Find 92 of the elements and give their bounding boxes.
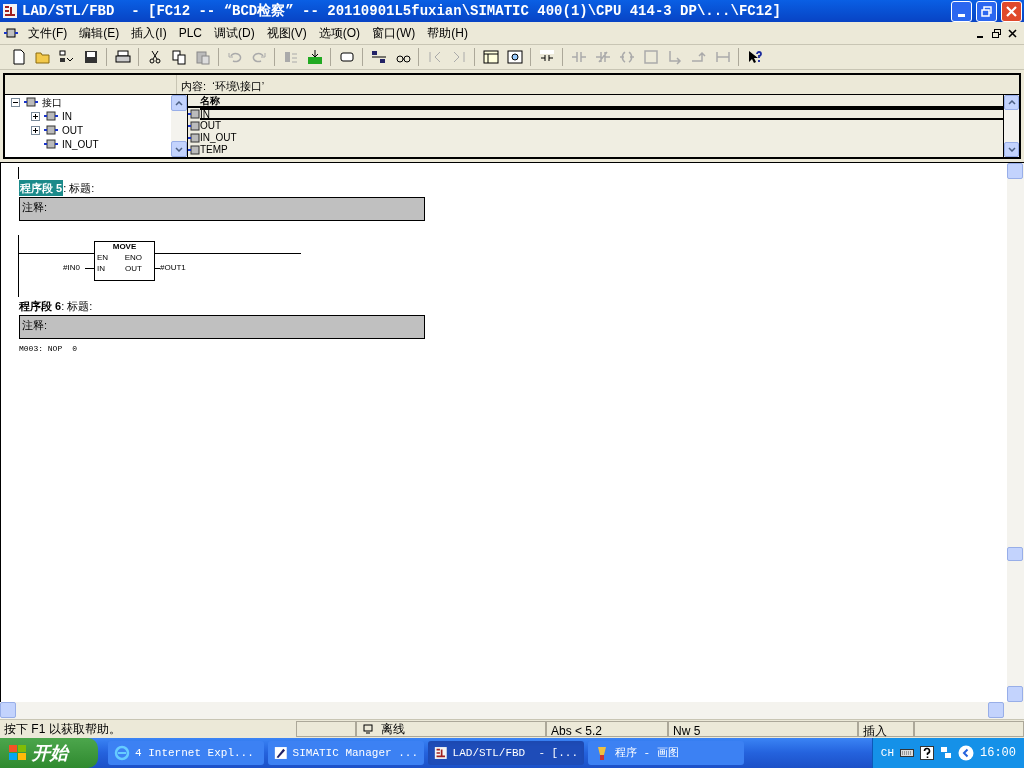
keyboard-icon[interactable] (900, 748, 914, 758)
taskbar-button[interactable]: SIMATIC Manager ... (268, 741, 424, 765)
cut-icon[interactable] (146, 49, 163, 65)
chevron-up-icon (175, 100, 183, 106)
parameter-icon (188, 145, 200, 155)
help-icon[interactable] (920, 746, 934, 760)
tree-item[interactable]: OUT (62, 122, 84, 138)
monitor-icon (363, 724, 373, 734)
menu-item[interactable]: PLC (172, 24, 208, 42)
taskbar-button[interactable]: 4 Internet Expl... (108, 741, 264, 765)
menu-item[interactable]: 调试(D) (208, 24, 261, 42)
comment-field[interactable]: 注释: (19, 197, 425, 221)
print-icon[interactable] (114, 49, 131, 65)
scroll-down-button[interactable] (1004, 142, 1019, 157)
context-help-icon[interactable] (746, 49, 763, 65)
network-icon[interactable] (370, 49, 387, 65)
scroll-up-button[interactable] (171, 95, 187, 111)
interface-node-icon (43, 139, 59, 149)
menu-item[interactable]: 选项(O) (312, 24, 366, 42)
menu-item[interactable]: 窗口(W) (366, 24, 422, 42)
collapse-toggle[interactable] (11, 97, 20, 107)
interface-node-icon (23, 97, 39, 107)
interface-node-icon (43, 125, 59, 135)
network-title: : 标题: (63, 180, 95, 196)
open-folder-icon[interactable] (34, 49, 51, 65)
network-number[interactable]: 程序段 5 (19, 179, 64, 197)
taskbar-button[interactable]: 程序 - 画图 (588, 741, 744, 765)
menu-item[interactable]: 帮助(H) (421, 24, 474, 42)
horizontal-scrollbar[interactable] (0, 702, 1024, 719)
document-icon (4, 28, 18, 38)
app-icon (434, 745, 448, 761)
start-button[interactable]: 开始 (0, 738, 98, 768)
parameter-icon (188, 121, 200, 131)
parameter-icon (188, 109, 200, 119)
clock: 16:00 (980, 745, 1016, 762)
pin-label: EN (97, 253, 109, 263)
overview-icon[interactable] (338, 49, 355, 65)
scroll-up-button[interactable] (1004, 95, 1019, 110)
tree-item[interactable]: 接口 (42, 95, 62, 110)
zoom-view-icon[interactable] (506, 49, 523, 65)
pen-icon (274, 745, 288, 761)
stl-statement[interactable]: M003: NOP (19, 343, 63, 355)
menu-item[interactable]: 视图(V) (260, 24, 313, 42)
browser-icon (114, 745, 130, 761)
taskbar-button[interactable]: LAD/STL/FBD - [... (428, 741, 584, 765)
status-mode: 离线 (381, 721, 405, 738)
expand-toggle[interactable] (31, 111, 40, 121)
input-operand[interactable]: #IN0 (63, 263, 80, 273)
status-edit-mode: 插入 (858, 721, 914, 737)
menu-item[interactable]: 插入(I) (125, 24, 173, 42)
save-icon[interactable] (82, 49, 99, 65)
network-title: : 标题: (61, 298, 93, 314)
network-download-icon[interactable] (58, 49, 75, 65)
menu-item[interactable]: 文件(F) (22, 24, 74, 42)
new-file-icon[interactable] (10, 49, 27, 65)
download-icon[interactable] (306, 49, 323, 65)
status-network: Nw 5 (668, 721, 858, 737)
window-icon[interactable] (482, 49, 499, 65)
interface-node-icon (43, 111, 59, 121)
windows-logo-icon (8, 744, 28, 762)
scroll-down-button[interactable] (171, 141, 187, 157)
pin-label: IN (97, 264, 105, 274)
chevron-up-icon (1007, 100, 1016, 105)
app-icon (2, 3, 18, 19)
table-row[interactable]: IN_OUT (200, 132, 1003, 144)
status-address: Abs < 5.2 (546, 721, 668, 737)
chevron-down-icon (1007, 147, 1016, 152)
table-row[interactable]: OUT (200, 120, 1003, 132)
move-block[interactable]: MOVE EN ENO IN OUT (94, 241, 155, 281)
close-icon (1006, 5, 1017, 17)
copy-icon[interactable] (170, 49, 187, 65)
expand-toggle[interactable] (31, 125, 40, 135)
content-label: 内容: ‘环境\接口’ (180, 79, 265, 94)
comment-field[interactable]: 注释: (19, 315, 425, 339)
status-help-text: 按下 F1 以获取帮助。 (3, 721, 122, 738)
stl-operand[interactable]: 0 (72, 343, 78, 355)
menu-item[interactable]: 编辑(E) (73, 24, 126, 42)
table-row[interactable]: IN (200, 108, 1003, 120)
vertical-scrollbar[interactable] (1007, 163, 1024, 702)
table-row[interactable]: TEMP (200, 144, 1003, 156)
restore-icon (981, 5, 992, 17)
tree-item[interactable]: IN (62, 108, 72, 124)
window-title: LAD/STL/FBD - [FC12 -- “BCD检察” -- 20110901L5fuxian\SIMATIC 400(1)\CPU 414-3 DP\...\FC12] (22, 1, 782, 21)
chevron-left-icon[interactable] (958, 745, 974, 761)
chevron-down-icon (175, 146, 183, 152)
parameter-icon (188, 133, 200, 143)
pin-label: OUT (125, 264, 143, 274)
tree-item[interactable]: IN_OUT (62, 136, 99, 152)
column-header: 名称 (200, 95, 220, 106)
block-name: MOVE (111, 242, 138, 252)
pin-label: ENO (124, 253, 143, 263)
output-operand[interactable]: #OUT1 (160, 263, 186, 273)
